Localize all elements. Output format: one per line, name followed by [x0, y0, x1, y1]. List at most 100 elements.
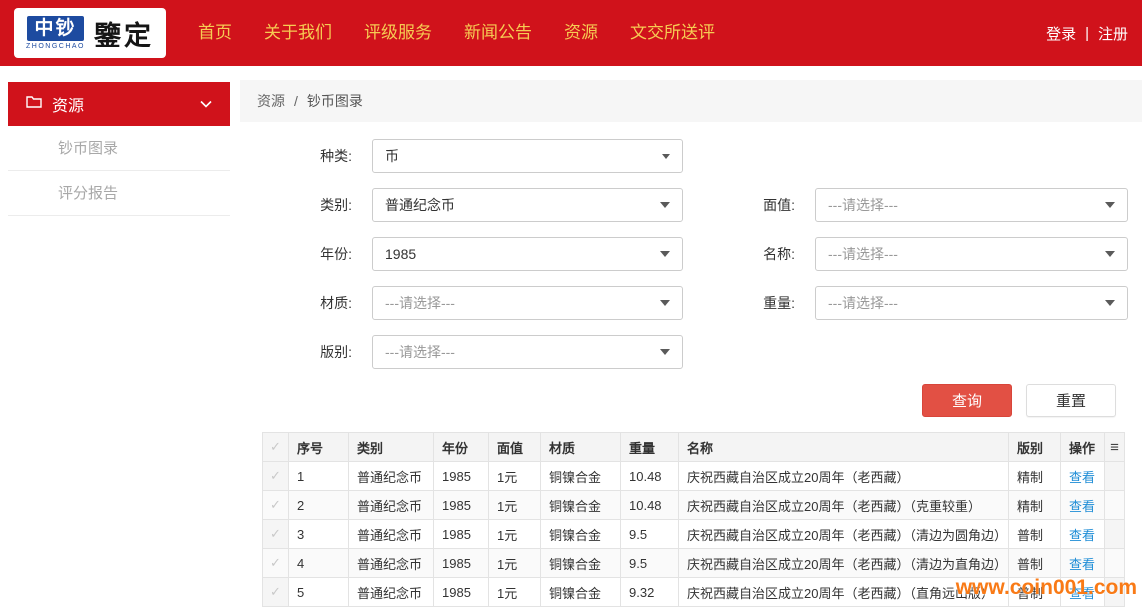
view-link[interactable]: 查看: [1069, 557, 1095, 572]
kind-select[interactable]: 币: [372, 139, 683, 173]
nav-item-home[interactable]: 首页: [182, 0, 248, 66]
view-link[interactable]: 查看: [1069, 499, 1095, 514]
kind-label: 种类:: [240, 146, 372, 166]
table-row: ✓ 2 普通纪念币 1985 1元 铜镍合金 10.48 庆祝西藏自治区成立20…: [263, 491, 1125, 520]
view-link[interactable]: 查看: [1069, 470, 1095, 485]
column-menu-icon[interactable]: ≡: [1105, 433, 1125, 462]
search-button[interactable]: 查询: [922, 384, 1012, 417]
nav-item-exchange-submission[interactable]: 文交所送评: [614, 0, 731, 66]
auth-divider: |: [1085, 25, 1089, 42]
material-label: 材质:: [240, 293, 372, 313]
cell-material: 铜镍合金: [541, 549, 621, 578]
breadcrumb: 资源 / 钞币图录: [240, 80, 1142, 122]
site-logo[interactable]: 中钞 ZHONGCHAO 鑒定: [14, 8, 166, 58]
name-select[interactable]: ---请选择---: [815, 237, 1128, 271]
view-link[interactable]: 查看: [1069, 528, 1095, 543]
row-checkbox[interactable]: ✓: [263, 549, 289, 578]
cell-weight: 9.5: [621, 549, 679, 578]
row-checkbox[interactable]: ✓: [263, 520, 289, 549]
chevron-down-icon: [660, 349, 670, 355]
cell-material: 铜镍合金: [541, 491, 621, 520]
chevron-down-icon: [1105, 300, 1115, 306]
row-checkbox[interactable]: ✓: [263, 491, 289, 520]
cell-year: 1985: [434, 491, 489, 520]
weight-select[interactable]: ---请选择---: [815, 286, 1128, 320]
cell-index: 2: [289, 491, 349, 520]
name-select-value: ---请选择---: [828, 244, 898, 264]
material-select[interactable]: ---请选择---: [372, 286, 683, 320]
cell-denomination: 1元: [489, 578, 541, 607]
main-content: 资源 / 钞币图录 种类: 币 类别: 普通纪念币 面值:: [240, 80, 1142, 616]
cell-menu-spacer: [1105, 578, 1125, 607]
sidebar-item-coin-catalog[interactable]: 钞币图录: [8, 126, 230, 171]
filter-actions: 查询 重置: [240, 384, 1142, 417]
cell-category: 普通纪念币: [349, 549, 434, 578]
logo-mark: 中钞 ZHONGCHAO: [26, 16, 85, 50]
table-header-row: ✓ 序号 类别 年份 面值 材质 重量 名称 版别 操作 ≡: [263, 433, 1125, 462]
chevron-down-icon: [660, 251, 670, 257]
catalog-table: ✓ 序号 类别 年份 面值 材质 重量 名称 版别 操作 ≡ ✓ 1 普通纪: [262, 432, 1125, 607]
year-select[interactable]: 1985: [372, 237, 683, 271]
nav-item-grading-service[interactable]: 评级服务: [348, 0, 448, 66]
cell-material: 铜镍合金: [541, 520, 621, 549]
col-weight: 重量: [621, 433, 679, 462]
chevron-down-icon: [1105, 202, 1115, 208]
cell-edition: 普制: [1009, 578, 1061, 607]
filter-form: 种类: 币 类别: 普通纪念币 面值: ---请选择---: [240, 122, 1142, 369]
cell-denomination: 1元: [489, 462, 541, 491]
weight-select-value: ---请选择---: [828, 293, 898, 313]
cell-year: 1985: [434, 462, 489, 491]
logo-zh-text: 中钞: [27, 16, 83, 41]
row-checkbox[interactable]: ✓: [263, 578, 289, 607]
chevron-down-icon: [200, 95, 212, 113]
year-select-value: 1985: [385, 246, 416, 262]
cell-name: 庆祝西藏自治区成立20周年（老西藏）（清边为直角边）: [679, 549, 1009, 578]
auth-links: 登录 | 注册: [1046, 23, 1128, 44]
cell-weight: 9.5: [621, 520, 679, 549]
cell-weight: 9.32: [621, 578, 679, 607]
sidebar-section-title: 资源: [52, 92, 84, 116]
register-link[interactable]: 注册: [1098, 23, 1128, 44]
category-select[interactable]: 普通纪念币: [372, 188, 683, 222]
table-row: ✓ 5 普通纪念币 1985 1元 铜镍合金 9.32 庆祝西藏自治区成立20周…: [263, 578, 1125, 607]
nav-item-resources[interactable]: 资源: [548, 0, 614, 66]
weight-label: 重量:: [745, 293, 815, 313]
cell-weight: 10.48: [621, 462, 679, 491]
cell-index: 5: [289, 578, 349, 607]
cell-name: 庆祝西藏自治区成立20周年（老西藏）（直角远山版）: [679, 578, 1009, 607]
kind-select-value: 币: [385, 146, 399, 166]
cell-material: 铜镍合金: [541, 578, 621, 607]
edition-select[interactable]: ---请选择---: [372, 335, 683, 369]
top-header: 中钞 ZHONGCHAO 鑒定 首页 关于我们 评级服务 新闻公告 资源 文交所…: [0, 0, 1142, 66]
nav-item-about[interactable]: 关于我们: [248, 0, 348, 66]
cell-name: 庆祝西藏自治区成立20周年（老西藏）（克重较重）: [679, 491, 1009, 520]
row-checkbox[interactable]: ✓: [263, 462, 289, 491]
nav-item-news[interactable]: 新闻公告: [448, 0, 548, 66]
table-row: ✓ 3 普通纪念币 1985 1元 铜镍合金 9.5 庆祝西藏自治区成立20周年…: [263, 520, 1125, 549]
sidebar-section-resources[interactable]: 资源: [8, 82, 230, 126]
col-category: 类别: [349, 433, 434, 462]
chevron-down-icon: [1105, 251, 1115, 257]
logo-subtext: ZHONGCHAO: [26, 43, 85, 50]
cell-menu-spacer: [1105, 549, 1125, 578]
edition-select-value: ---请选择---: [385, 342, 455, 362]
reset-button[interactable]: 重置: [1026, 384, 1116, 417]
col-material: 材质: [541, 433, 621, 462]
breadcrumb-divider: /: [294, 93, 298, 109]
login-link[interactable]: 登录: [1046, 23, 1076, 44]
folder-icon: [26, 95, 42, 113]
catalog-table-wrap: ✓ 序号 类别 年份 面值 材质 重量 名称 版别 操作 ≡ ✓ 1 普通纪: [262, 432, 1124, 607]
breadcrumb-root[interactable]: 资源: [257, 91, 285, 111]
cell-index: 4: [289, 549, 349, 578]
select-all-checkbox[interactable]: ✓: [263, 433, 289, 462]
denomination-select[interactable]: ---请选择---: [815, 188, 1128, 222]
view-link[interactable]: 查看: [1069, 586, 1095, 601]
cell-name: 庆祝西藏自治区成立20周年（老西藏）（清边为圆角边）: [679, 520, 1009, 549]
cell-material: 铜镍合金: [541, 462, 621, 491]
logo-brand-text: 鑒定: [94, 14, 154, 53]
sidebar-item-score-report[interactable]: 评分报告: [8, 171, 230, 216]
cell-menu-spacer: [1105, 491, 1125, 520]
name-label: 名称:: [745, 244, 815, 264]
breadcrumb-current: 钞币图录: [307, 91, 363, 111]
col-edition: 版别: [1009, 433, 1061, 462]
